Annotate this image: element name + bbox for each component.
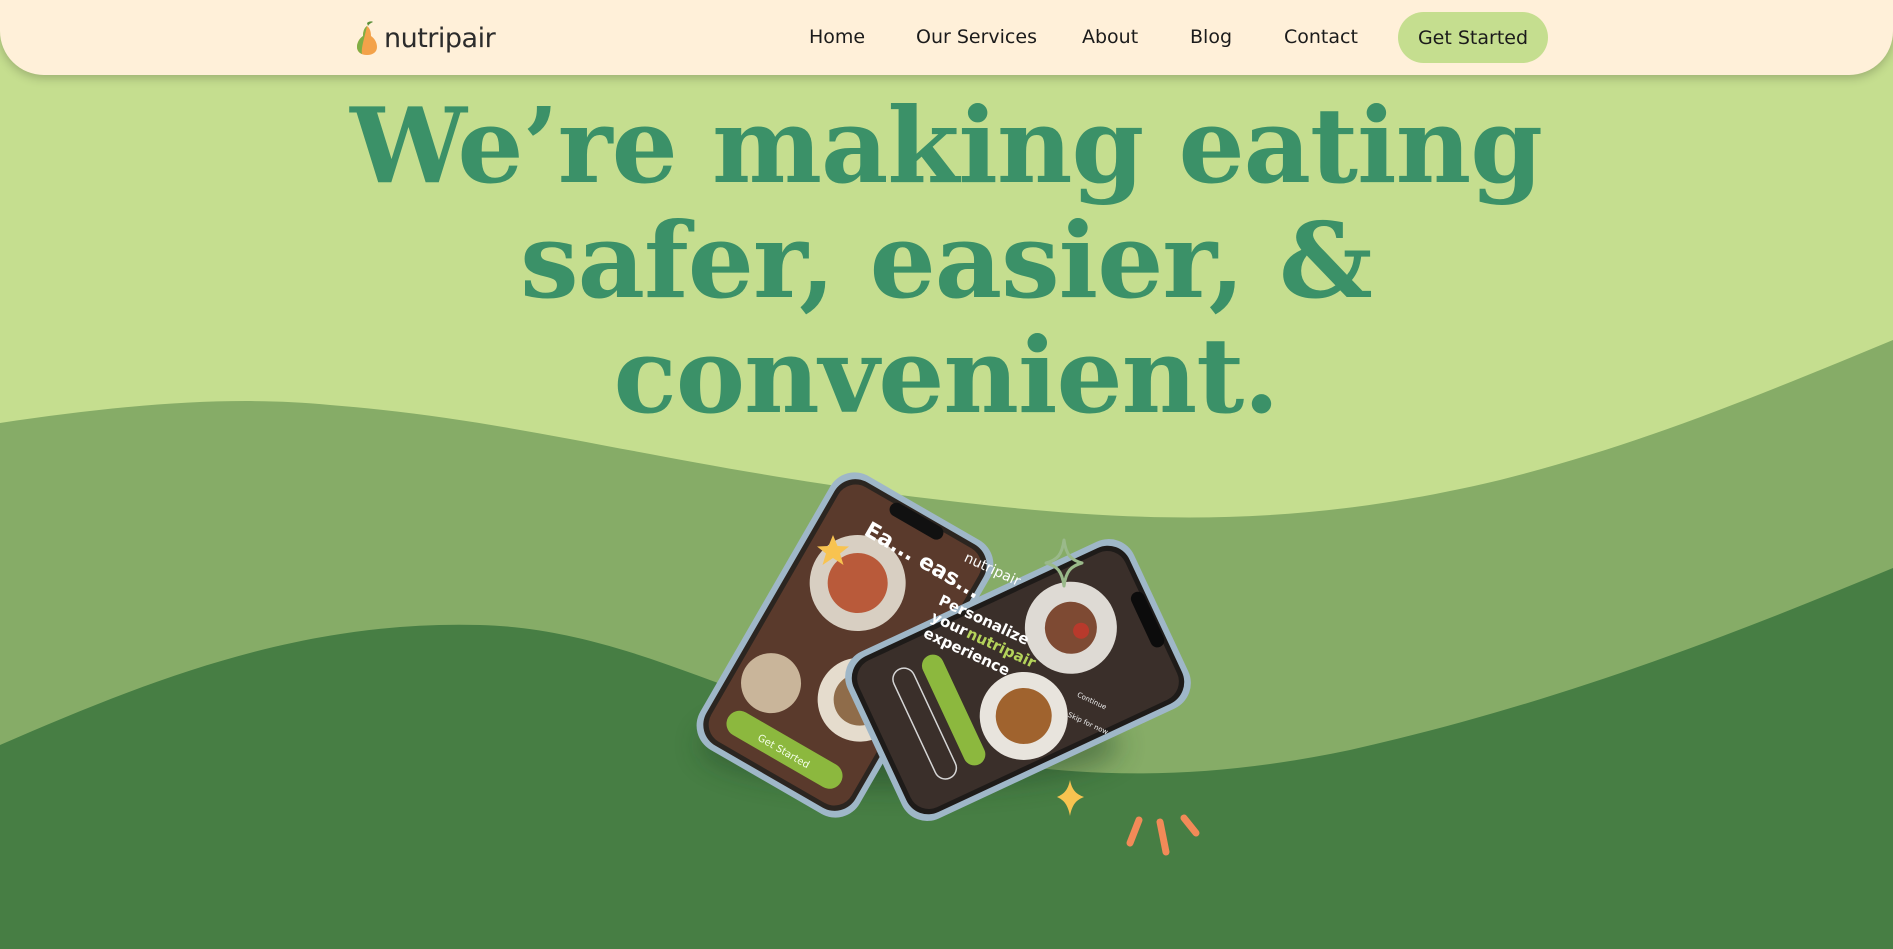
nav-our-services[interactable]: Our Services <box>916 26 1037 48</box>
nav-about[interactable]: About <box>1082 26 1138 48</box>
nav-blog[interactable]: Blog <box>1190 26 1232 48</box>
nav-contact[interactable]: Contact <box>1284 26 1358 48</box>
nav-home[interactable]: Home <box>809 26 865 48</box>
burst-lines-icon <box>1126 814 1200 856</box>
phone-mockup-illustration: Ea... eas... & co... Get Started nutripa… <box>696 472 1200 856</box>
sparkle-icon <box>1057 780 1084 816</box>
site-header: nutripair Home Our Services About Blog C… <box>0 0 1893 75</box>
brand-logo[interactable]: nutripair <box>354 18 496 58</box>
get-started-button[interactable]: Get Started <box>1398 12 1548 63</box>
pear-logo-icon <box>357 21 377 55</box>
brand-name: nutripair <box>384 22 496 54</box>
